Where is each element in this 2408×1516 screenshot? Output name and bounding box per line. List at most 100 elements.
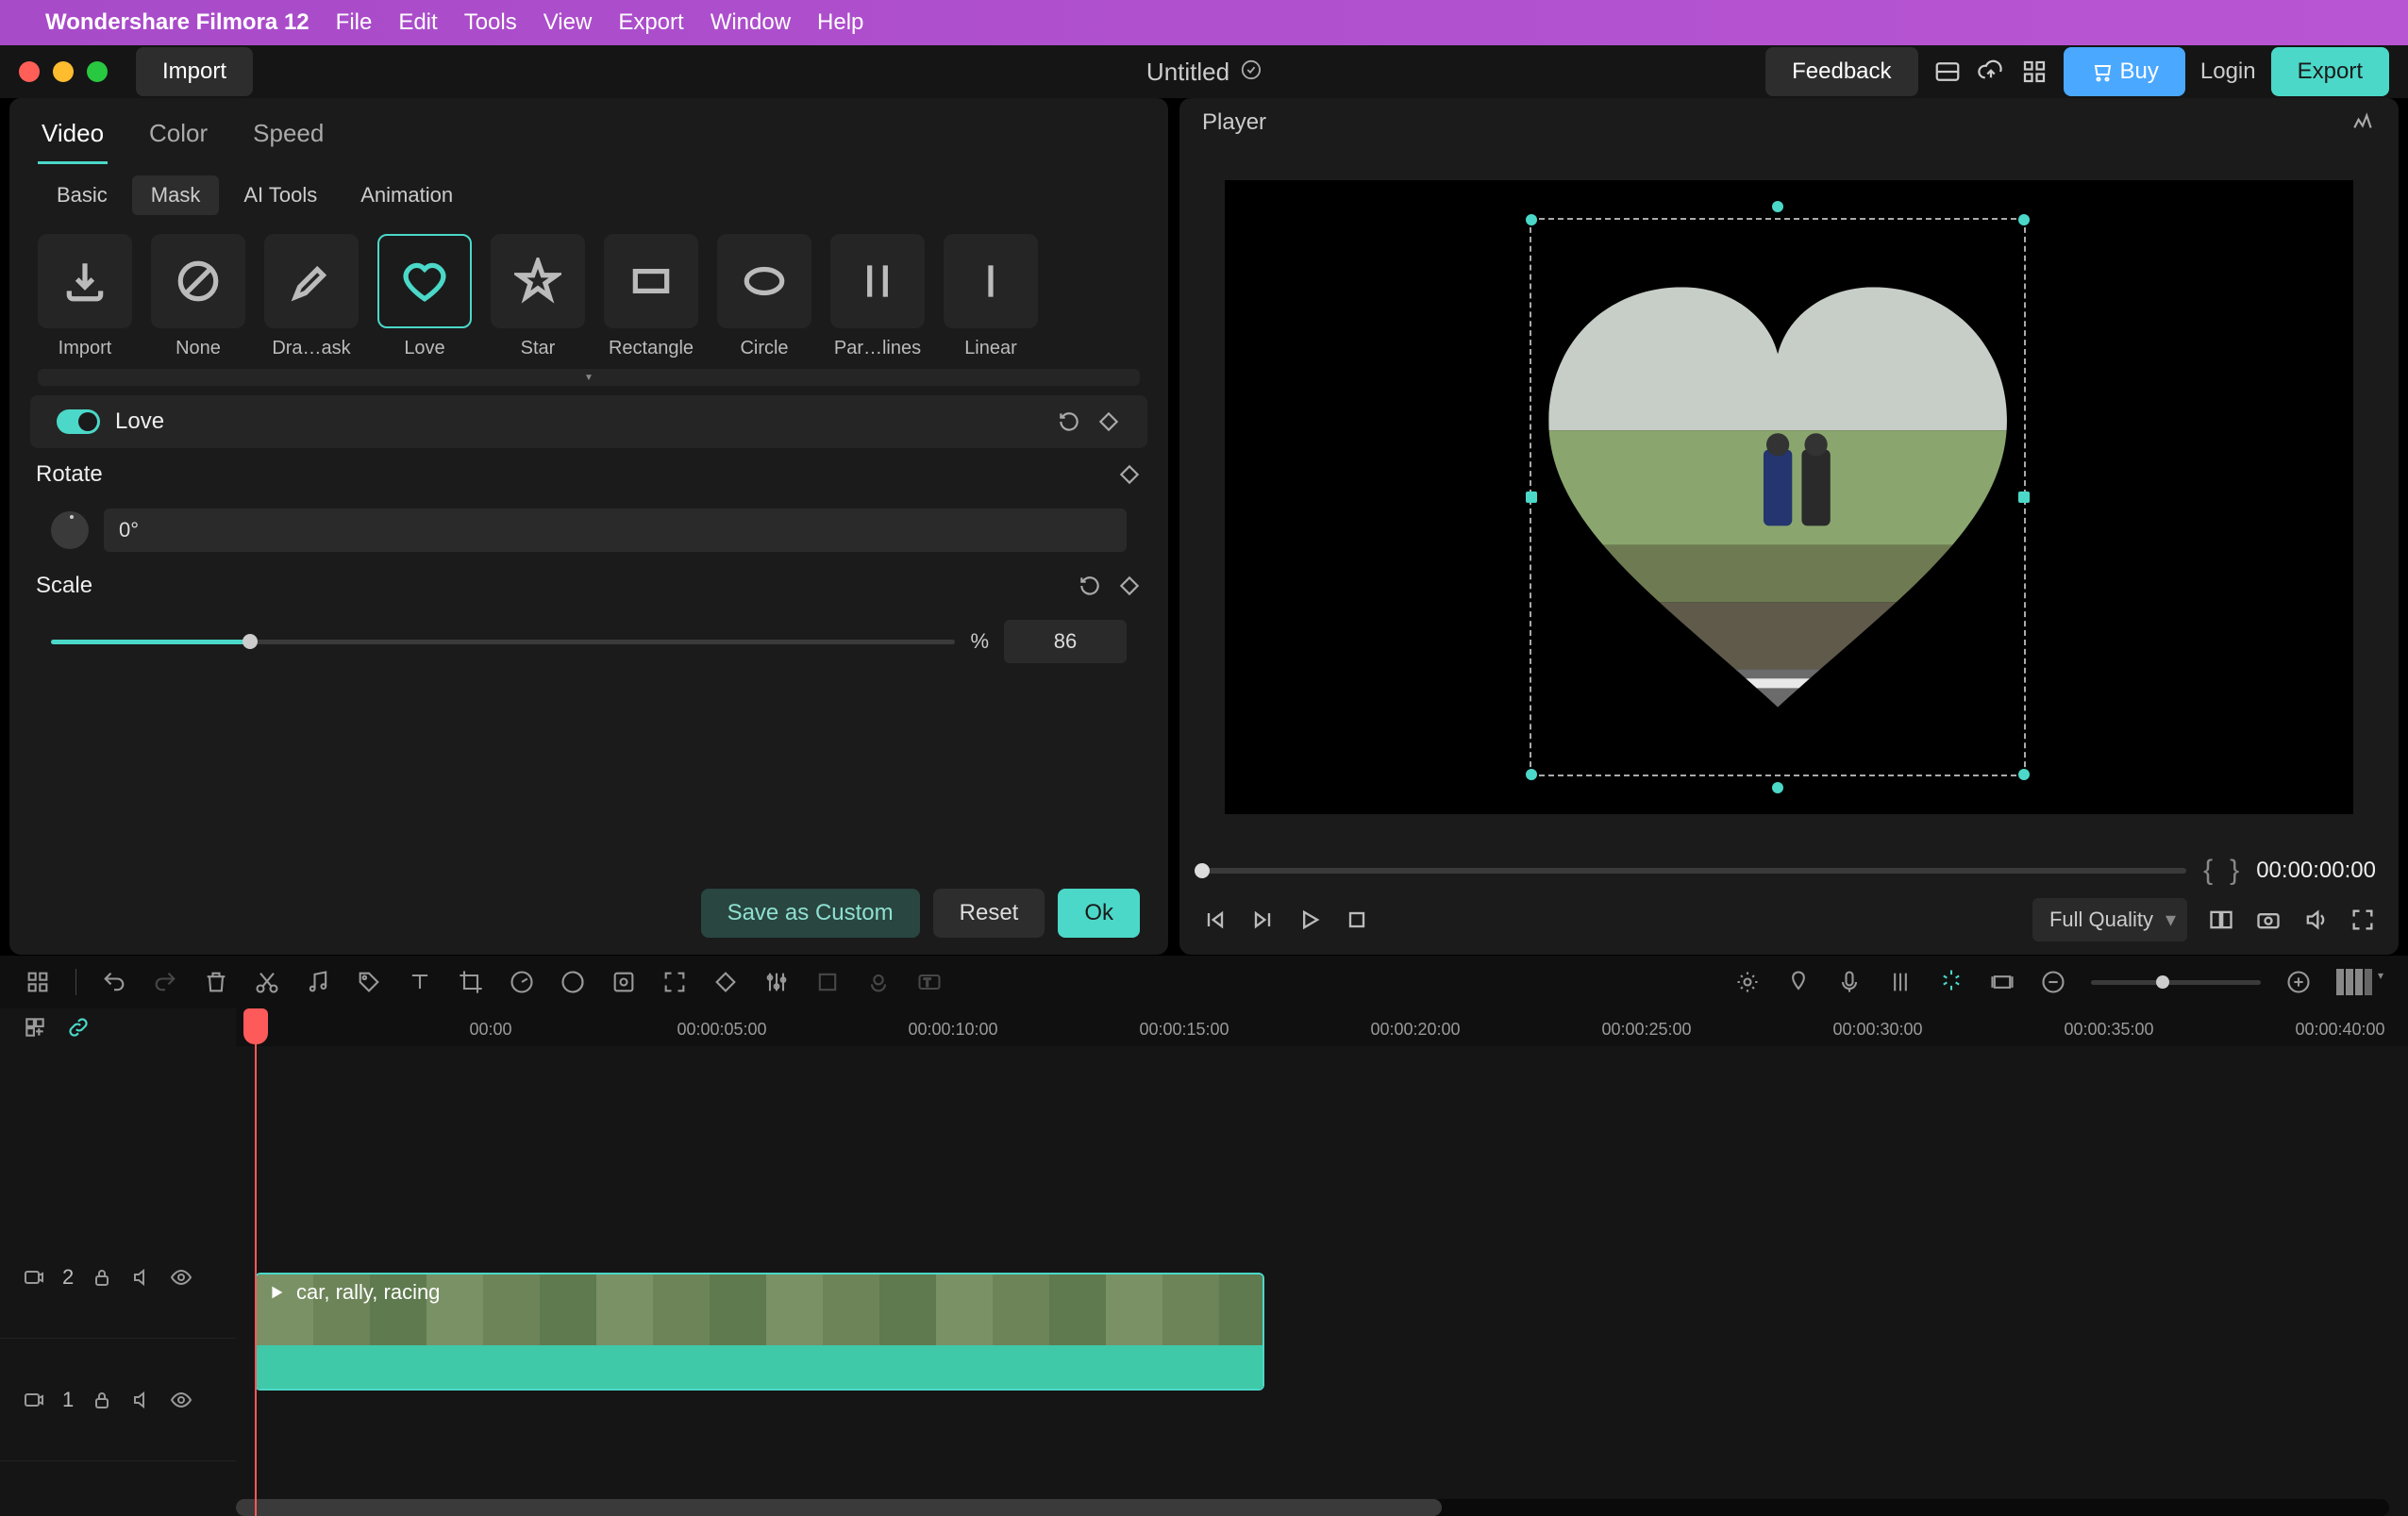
player-stats-icon[interactable] [2351, 110, 2376, 135]
collapse-masks[interactable] [38, 369, 1140, 386]
video-clip[interactable]: car, rally, racing [255, 1273, 1264, 1391]
handle-bl[interactable] [1526, 769, 1537, 780]
scrub-bar[interactable] [1202, 868, 2186, 874]
redo-icon[interactable] [152, 969, 178, 995]
rotate-keyframe-icon[interactable] [1117, 462, 1142, 487]
playhead[interactable] [255, 1008, 257, 1516]
video-track-icon[interactable] [23, 1266, 45, 1289]
handle-tr[interactable] [2018, 214, 2030, 225]
voice-icon[interactable] [865, 969, 892, 995]
mask-draw[interactable]: Dra…ask [264, 234, 359, 359]
link-icon[interactable] [66, 1015, 91, 1040]
keyframe-tl-icon[interactable] [712, 969, 739, 995]
mask-none[interactable]: None [151, 234, 245, 359]
ai-cut-icon[interactable] [1938, 967, 1965, 993]
menu-export[interactable]: Export [618, 9, 683, 36]
cut-icon[interactable] [254, 969, 280, 995]
mask-enable-toggle[interactable] [57, 409, 100, 434]
app-name[interactable]: Wondershare Filmora 12 [45, 9, 309, 36]
timeline-h-scrollbar[interactable] [236, 1499, 2389, 1516]
delete-icon[interactable] [203, 969, 229, 995]
subtab-animation[interactable]: Animation [342, 175, 472, 215]
next-frame-icon[interactable] [1249, 907, 1276, 933]
mark-in-icon[interactable]: { [2203, 855, 2213, 887]
mic-icon[interactable] [1836, 969, 1863, 995]
scale-slider[interactable] [51, 640, 955, 644]
tab-speed[interactable]: Speed [249, 111, 327, 164]
add-track-icon[interactable] [23, 1015, 47, 1040]
effects-icon[interactable] [814, 969, 841, 995]
handle-tl[interactable] [1526, 214, 1537, 225]
layout-icon[interactable] [1933, 58, 1962, 86]
tab-video[interactable]: Video [38, 111, 108, 164]
lock-icon[interactable] [91, 1389, 113, 1411]
render-icon[interactable] [1734, 969, 1761, 995]
grid-icon[interactable] [25, 969, 51, 995]
menu-file[interactable]: File [336, 9, 373, 36]
minimize-window[interactable] [53, 61, 74, 82]
tracks-area[interactable]: car, rally, racing [236, 1046, 2408, 1516]
mask-love[interactable]: Love [377, 234, 472, 359]
preview-canvas[interactable] [1179, 147, 2399, 847]
mask-rectangle[interactable]: Rectangle [604, 234, 698, 359]
play-icon[interactable] [1296, 907, 1323, 933]
music-icon[interactable] [305, 969, 331, 995]
subtab-ai-tools[interactable]: AI Tools [225, 175, 336, 215]
volume-icon[interactable] [2302, 907, 2329, 933]
compare-icon[interactable] [2208, 907, 2234, 933]
cloud-upload-icon[interactable] [1977, 58, 2005, 86]
import-button[interactable]: Import [136, 47, 253, 96]
zoom-window[interactable] [87, 61, 108, 82]
handle-br[interactable] [2018, 769, 2030, 780]
speed-icon[interactable] [509, 969, 535, 995]
rotate-knob[interactable] [51, 511, 89, 549]
mask-star[interactable]: Star [491, 234, 585, 359]
mask-import[interactable]: Import [38, 234, 132, 359]
color-icon[interactable] [560, 969, 586, 995]
subtab-mask[interactable]: Mask [132, 175, 220, 215]
rotate-input[interactable] [104, 508, 1127, 552]
timeline-zoom-slider[interactable] [2091, 980, 2261, 985]
feedback-button[interactable]: Feedback [1765, 47, 1917, 96]
expand-icon[interactable] [661, 969, 688, 995]
fit-icon[interactable] [1989, 969, 2015, 995]
video-track-icon[interactable] [23, 1389, 45, 1411]
reset-icon[interactable] [1057, 409, 1081, 434]
menu-edit[interactable]: Edit [398, 9, 437, 36]
close-window[interactable] [19, 61, 40, 82]
apps-grid-icon[interactable] [2020, 58, 2048, 86]
stop-icon[interactable] [1344, 907, 1370, 933]
undo-icon[interactable] [101, 969, 127, 995]
visibility-icon[interactable] [170, 1389, 192, 1411]
tab-color[interactable]: Color [145, 111, 211, 164]
menu-window[interactable]: Window [711, 9, 791, 36]
handle-bc[interactable] [1772, 782, 1783, 793]
mute-icon[interactable] [130, 1266, 153, 1289]
reset-button[interactable]: Reset [933, 889, 1045, 938]
mixer-icon[interactable] [1887, 969, 1914, 995]
marker-icon[interactable] [1785, 969, 1812, 995]
mask-circle[interactable]: Circle [717, 234, 811, 359]
menu-tools[interactable]: Tools [464, 9, 517, 36]
quality-dropdown[interactable]: Full Quality [2032, 898, 2187, 941]
prev-frame-icon[interactable] [1202, 907, 1229, 933]
zoom-out-icon[interactable] [2040, 969, 2066, 995]
buy-button[interactable]: Buy [2064, 47, 2185, 96]
mask-parallel[interactable]: Par…lines [830, 234, 925, 359]
mask-linear[interactable]: Linear [944, 234, 1038, 359]
login-link[interactable]: Login [2200, 58, 2256, 85]
subtab-basic[interactable]: Basic [38, 175, 126, 215]
handle-mr[interactable] [2018, 491, 2030, 503]
timeline-view-toggle[interactable]: ▾ [2336, 969, 2383, 995]
export-button[interactable]: Export [2271, 47, 2389, 96]
adjust-icon[interactable] [763, 969, 790, 995]
subtitle-icon[interactable]: T [916, 969, 943, 995]
ok-button[interactable]: Ok [1058, 889, 1140, 938]
menu-view[interactable]: View [543, 9, 593, 36]
visibility-icon[interactable] [170, 1266, 192, 1289]
green-screen-icon[interactable] [610, 969, 637, 995]
mute-icon[interactable] [130, 1389, 153, 1411]
keyframe-icon[interactable] [1096, 409, 1121, 434]
snapshot-icon[interactable] [2255, 907, 2282, 933]
selection-rect[interactable] [1530, 218, 2026, 776]
